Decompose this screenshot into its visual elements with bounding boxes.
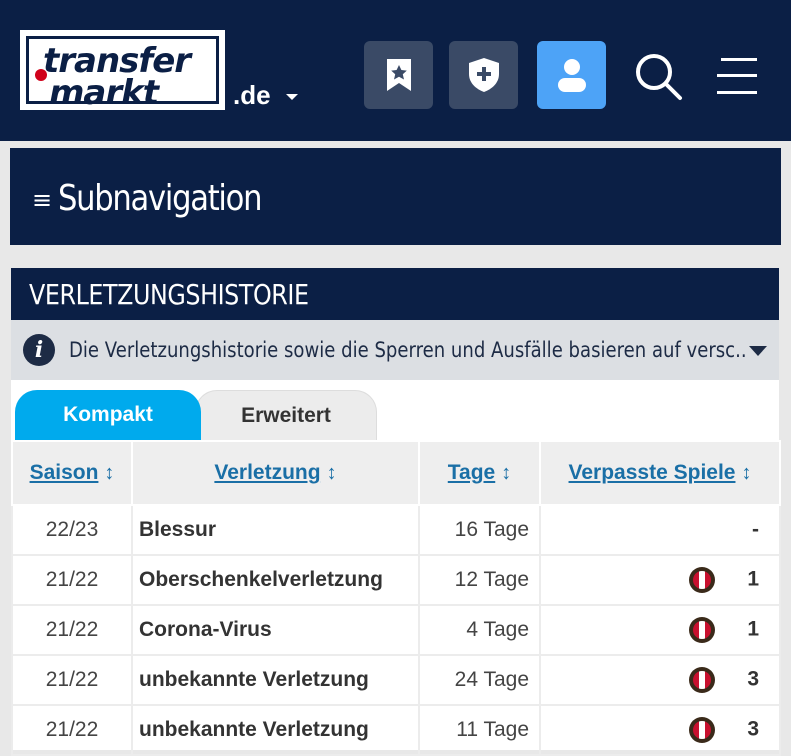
days-cell: 24 Tage: [418, 654, 541, 706]
search-button[interactable]: [630, 48, 686, 104]
profile-button[interactable]: [537, 41, 606, 109]
table-row: 22/23 Blessur 16 Tage -: [11, 504, 781, 556]
hamburger-icon: ≡: [32, 186, 53, 214]
missed-games-value: 1: [747, 567, 759, 591]
shield-plus-icon: [468, 58, 499, 92]
menu-button[interactable]: [709, 48, 765, 104]
column-header-verletzung[interactable]: Verletzung ↕: [131, 440, 420, 506]
subnavigation-toggle[interactable]: ≡ Subnavigation: [10, 148, 781, 245]
column-header-tage[interactable]: Tage ↕: [418, 440, 541, 506]
info-icon: i: [23, 334, 55, 366]
season-cell: 21/22: [11, 554, 133, 606]
site-header: transfer markt .de: [0, 0, 791, 141]
box-header: VERLETZUNGSHISTORIE: [11, 268, 779, 320]
sort-icon[interactable]: ↕: [104, 462, 114, 484]
sort-link-verletzung[interactable]: Verletzung: [214, 461, 320, 484]
missed-games-cell: 1: [539, 554, 781, 606]
injury-table: Saison ↕ Verletzung ↕ Tage ↕ Verpasste Spie…: [11, 440, 781, 756]
expand-caret-icon[interactable]: [749, 346, 767, 356]
season-cell: 21/22: [11, 704, 133, 756]
info-text: Die Verletzungshistorie sowie die Sperre…: [69, 338, 747, 362]
table-header-row: Saison ↕ Verletzung ↕ Tage ↕ Verpasste Spie…: [11, 440, 781, 506]
table-row: 21/22 unbekannte Verletzung 11 Tage 3: [11, 704, 781, 756]
club-crest-icon[interactable]: [689, 567, 716, 593]
table-row: 21/22 Corona-Virus 4 Tage 1: [11, 604, 781, 656]
club-crest-icon[interactable]: [689, 667, 716, 693]
sort-icon[interactable]: ↕: [327, 462, 337, 484]
menu-icon: [717, 58, 757, 94]
chevron-down-icon[interactable]: [286, 94, 298, 100]
missed-games-cell: -: [539, 504, 781, 556]
days-cell: 4 Tage: [418, 604, 541, 656]
domain-selector[interactable]: .de: [233, 80, 271, 111]
tab-kompakt[interactable]: Kompakt: [15, 390, 201, 440]
logo-frame: transfer markt: [26, 36, 219, 113]
missed-games-cell: 3: [539, 654, 781, 706]
table-row: 21/22 unbekannte Verletzung 24 Tage 3: [11, 654, 781, 706]
injury-cell: Oberschenkelverletzung: [131, 554, 420, 606]
injury-cell: Blessur: [131, 504, 420, 556]
season-cell: 21/22: [11, 654, 133, 706]
info-banner[interactable]: i Die Verletzungshistorie sowie die Sper…: [11, 320, 779, 381]
missed-games-value: 1: [747, 617, 759, 641]
missed-games-value: 3: [747, 667, 759, 691]
logo-text-line2: markt: [49, 73, 159, 113]
missed-games-cell: 1: [539, 604, 781, 656]
days-cell: 11 Tage: [418, 704, 541, 756]
transfermarkt-logo[interactable]: transfer markt: [20, 30, 225, 113]
injury-cell: Corona-Virus: [131, 604, 420, 656]
sort-icon[interactable]: ↕: [501, 462, 511, 484]
season-cell: 22/23: [11, 504, 133, 556]
injury-cell: unbekannte Verletzung: [131, 654, 420, 706]
missed-games-value: -: [752, 518, 759, 541]
search-icon: [636, 54, 682, 100]
club-crest-icon[interactable]: [689, 617, 716, 643]
sort-icon[interactable]: ↕: [741, 462, 751, 484]
watchlist-button[interactable]: [364, 41, 433, 109]
bookmark-star-icon: [386, 59, 411, 91]
box-title: VERLETZUNGSHISTORIE: [29, 278, 309, 311]
view-tabs: Erweitert Kompakt: [11, 380, 779, 441]
sort-link-verpasste-spiele[interactable]: Verpasste Spiele: [569, 461, 736, 484]
missed-games-value: 3: [747, 717, 759, 741]
column-header-saison[interactable]: Saison ↕: [11, 440, 133, 506]
subnavigation-label: Subnavigation: [58, 178, 262, 219]
tab-erweitert[interactable]: Erweitert: [195, 390, 377, 441]
my-club-button[interactable]: [449, 41, 518, 109]
table-row: 21/22 Oberschenkelverletzung 12 Tage 1: [11, 554, 781, 606]
injury-cell: unbekannte Verletzung: [131, 704, 420, 756]
days-cell: 16 Tage: [418, 504, 541, 556]
season-cell: 21/22: [11, 604, 133, 656]
column-header-verpasste-spiele[interactable]: Verpasste Spiele ↕: [539, 440, 781, 506]
user-icon: [557, 59, 586, 92]
sort-link-tage[interactable]: Tage: [448, 461, 495, 484]
club-crest-icon[interactable]: [689, 717, 716, 743]
missed-games-cell: 3: [539, 704, 781, 756]
days-cell: 12 Tage: [418, 554, 541, 606]
sort-link-saison[interactable]: Saison: [30, 461, 99, 484]
logo-player-icon: [35, 69, 47, 81]
injury-history-box: VERLETZUNGSHISTORIE i Die Verletzungshis…: [11, 268, 781, 756]
